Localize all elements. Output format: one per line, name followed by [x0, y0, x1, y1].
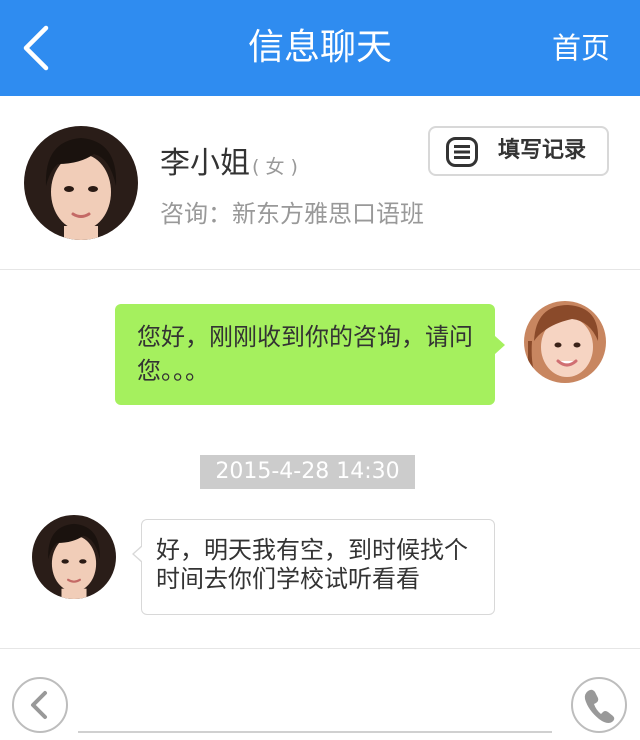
chat-input-bar: [0, 648, 640, 740]
home-link[interactable]: 首页: [552, 0, 610, 96]
contact-avatar: [24, 126, 138, 240]
chat-area[interactable]: 您好，刚刚收到你的咨询，请问您。。。 2015-4-28 14:30 好，明天我…: [0, 271, 640, 648]
contact-profile: 李小姐( 女 ) 咨询：新东方雅思口语班 填写记录: [0, 96, 640, 270]
contact-name-text: 李小姐: [160, 146, 250, 181]
call-button[interactable]: [571, 677, 627, 733]
previous-button[interactable]: [12, 677, 68, 733]
contact-gender: ( 女 ): [252, 156, 298, 178]
contact-name: 李小姐( 女 ): [160, 138, 298, 182]
message-bubble-outgoing: 您好，刚刚收到你的咨询，请问您。。。: [115, 304, 505, 405]
message-bubble-incoming: 好，明天我有空，到时候找个时间去你们学校试听看看: [132, 519, 495, 615]
message-input[interactable]: [78, 701, 552, 733]
message-timestamp: 2015-4-28 14:30: [200, 455, 415, 489]
contact-avatar-small: [32, 515, 116, 599]
chevron-left-icon: [31, 691, 47, 719]
consult-subject: 咨询：新东方雅思口语班: [160, 200, 424, 228]
my-avatar: [524, 301, 606, 383]
phone-icon: [584, 689, 615, 723]
list-icon: [446, 137, 478, 167]
fill-record-button[interactable]: 填写记录: [428, 126, 609, 176]
fill-record-label: 填写记录: [498, 138, 587, 163]
app-header: 信息聊天 首页: [0, 0, 640, 96]
page-title: 信息聊天: [247, 27, 392, 68]
